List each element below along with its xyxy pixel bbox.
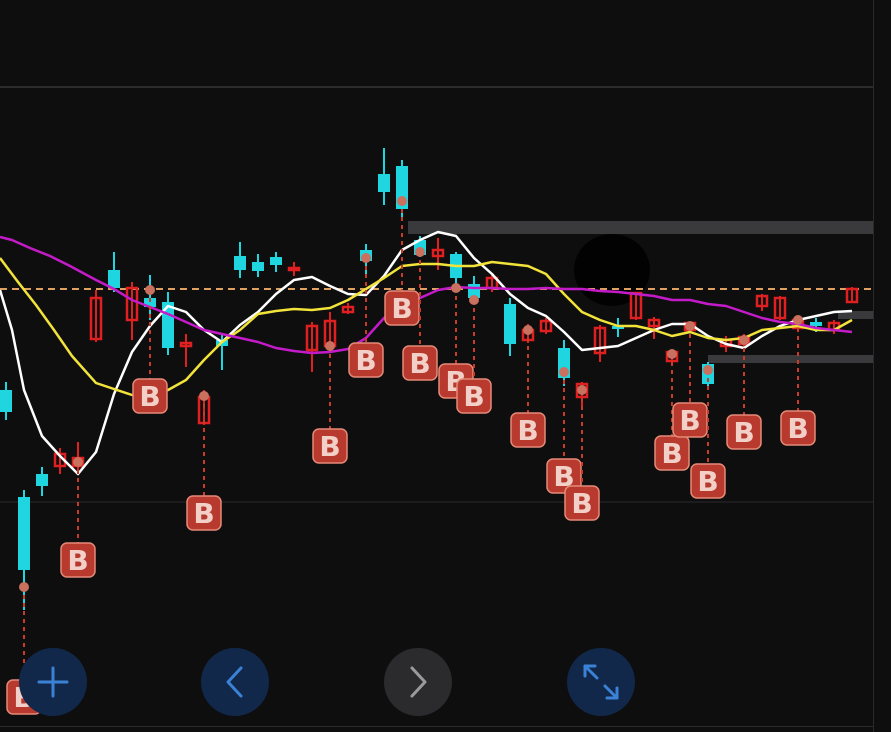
signal-dot	[415, 247, 425, 257]
buy-signal-label: B	[193, 497, 214, 530]
buy-signal-label: B	[67, 544, 88, 577]
buy-signal-label: B	[571, 487, 592, 520]
buy-signal-label: B	[733, 416, 754, 449]
signal-dot	[523, 325, 533, 335]
signal-dot	[361, 253, 371, 263]
buy-signal-label: B	[409, 347, 430, 380]
candle-body	[810, 322, 822, 326]
signal-dot	[325, 341, 335, 351]
signal-dot	[685, 321, 695, 331]
candle-body	[378, 174, 390, 192]
buy-signal-label: B	[517, 414, 538, 447]
signal-dot	[451, 283, 461, 293]
fullscreen-button[interactable]	[567, 648, 635, 716]
candle-body	[36, 474, 48, 486]
buy-signal-label: B	[661, 437, 682, 470]
buy-signal-label: B	[319, 430, 340, 463]
candle-body	[287, 266, 301, 272]
kline-chart[interactable]: BBBBBBBBBBBBBBBBBB	[0, 0, 873, 726]
kline-chart-panel[interactable]: BBBBBBBBBBBBBBBBBB	[0, 0, 873, 726]
buy-signal-label: B	[355, 344, 376, 377]
buy-signal-label: B	[679, 404, 700, 437]
signal-dot	[73, 457, 83, 467]
candle-body	[270, 257, 282, 265]
plus-icon	[37, 666, 69, 698]
buy-signal-label: B	[787, 412, 808, 445]
candle-body	[18, 497, 30, 570]
signal-dot	[703, 365, 713, 375]
signal-dot	[199, 391, 209, 401]
signal-dot	[559, 367, 569, 377]
buy-signal-label: B	[391, 292, 412, 325]
chevron-left-icon	[226, 666, 243, 698]
zoom-in-button[interactable]	[19, 648, 87, 716]
signal-dot	[19, 582, 29, 592]
panel-bottom-border	[0, 726, 874, 727]
previous-button[interactable]	[201, 648, 269, 716]
candle-body	[234, 256, 246, 270]
buy-signal-label: B	[697, 465, 718, 498]
signal-dot	[469, 295, 479, 305]
buy-signal-label: B	[139, 380, 160, 413]
price-level-bar	[708, 355, 873, 363]
price-level-bar	[408, 221, 873, 234]
signal-dot	[667, 349, 677, 359]
signal-dot	[577, 385, 587, 395]
expand-icon	[583, 664, 619, 700]
candle-body	[0, 390, 12, 412]
signal-dot	[145, 285, 155, 295]
signal-dot	[793, 315, 803, 325]
signal-dot	[739, 335, 749, 345]
candle-body	[108, 270, 120, 288]
candle-body	[252, 262, 264, 271]
buy-signal-label: B	[463, 380, 484, 413]
chevron-right-icon	[410, 666, 427, 698]
candle-body	[504, 304, 516, 344]
panel-right-border	[873, 0, 874, 732]
signal-dot	[397, 196, 407, 206]
next-button[interactable]	[384, 648, 452, 716]
